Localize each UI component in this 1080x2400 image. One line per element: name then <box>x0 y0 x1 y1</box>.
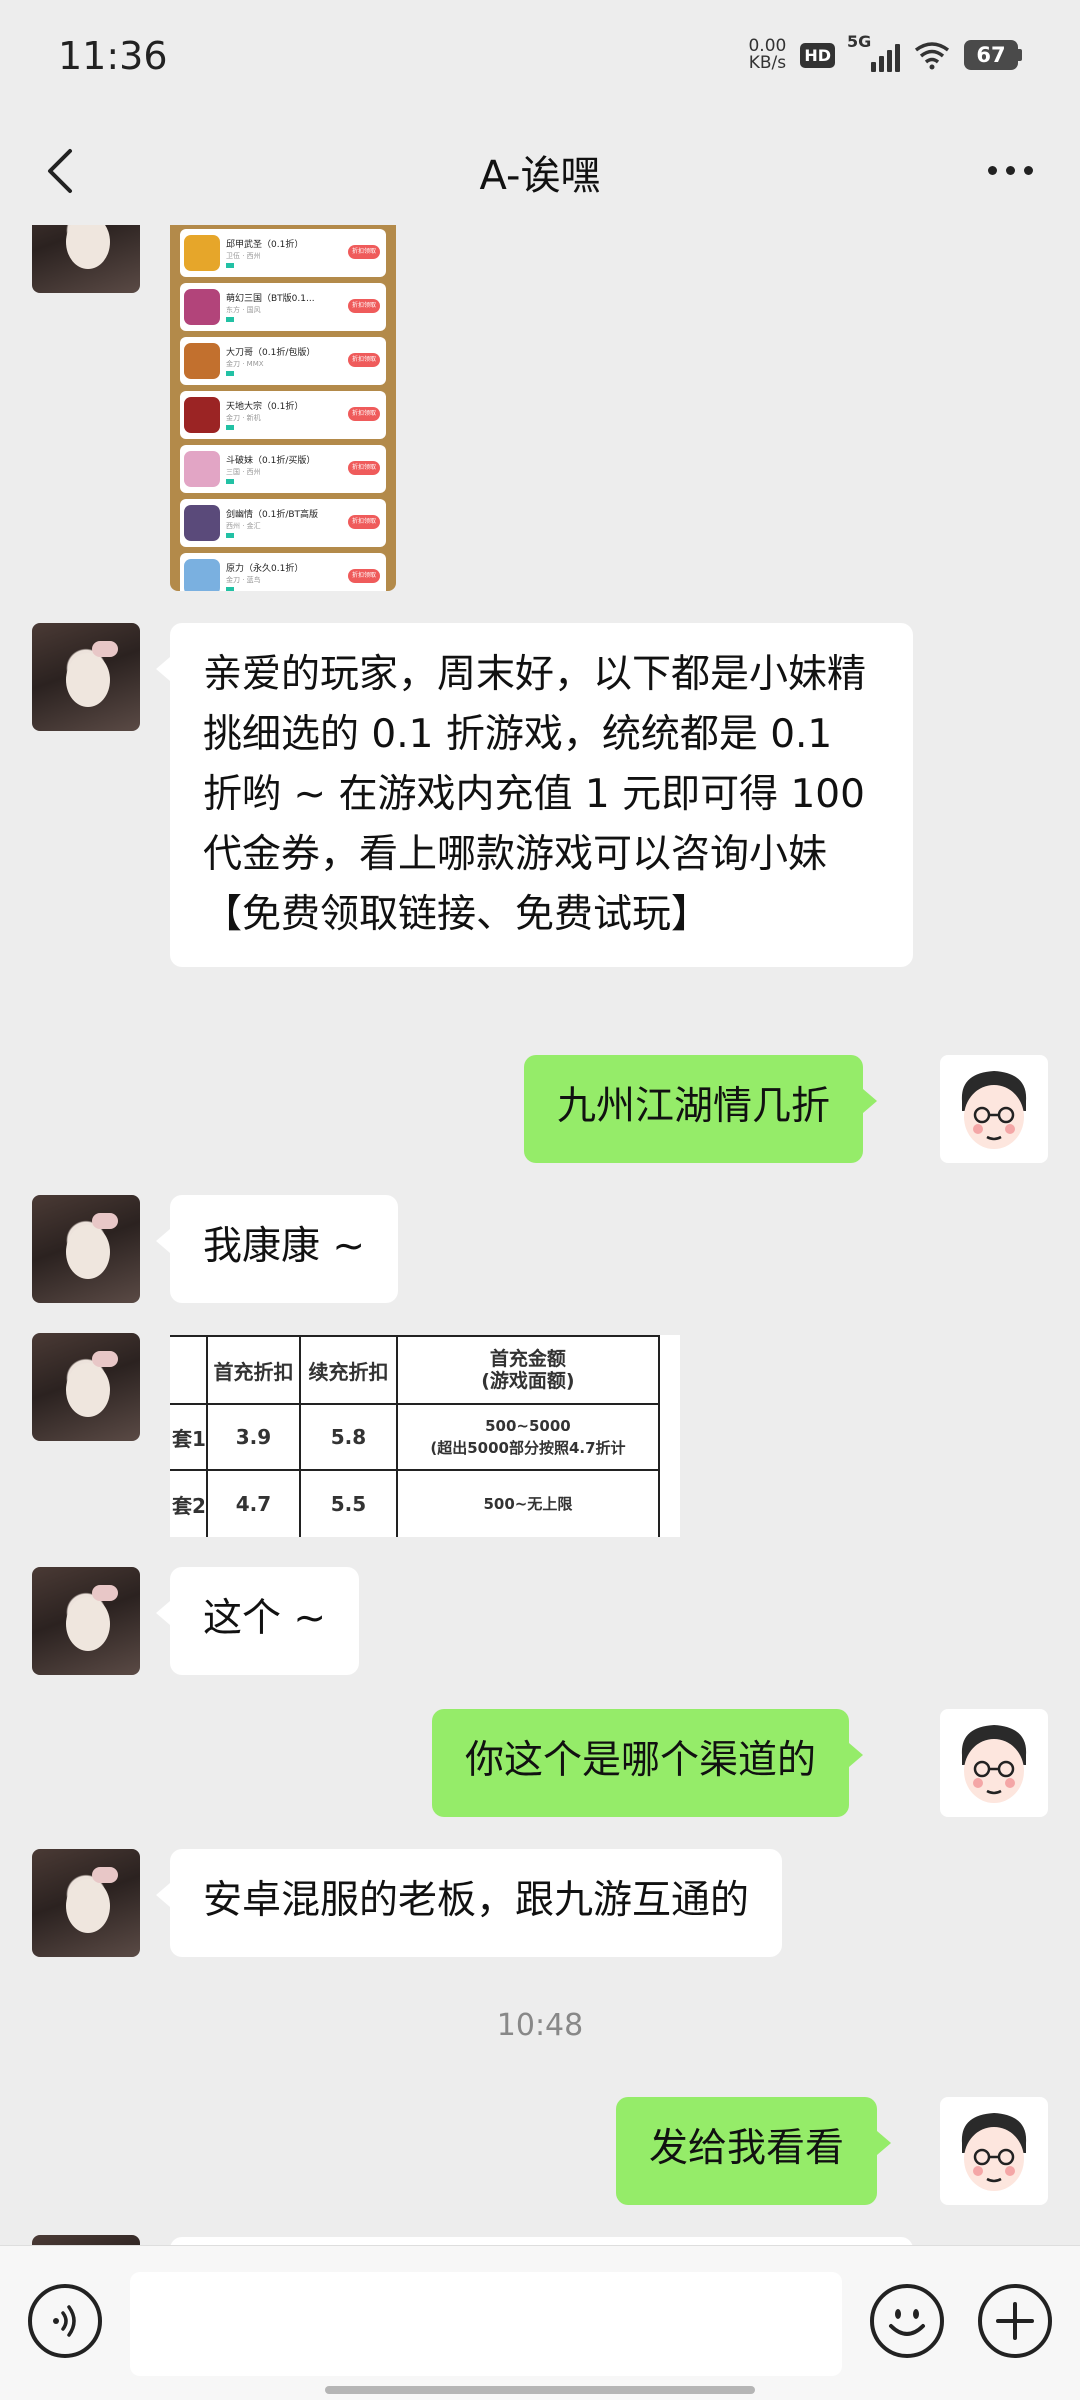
game-name: 邱甲武圣（0.1折） <box>226 239 304 250</box>
message-input[interactable] <box>130 2272 842 2376</box>
game-icon <box>184 289 220 325</box>
cartoon-face-icon <box>961 1725 1027 1803</box>
game-claim-button: 折扣领取 <box>348 461 380 475</box>
game-name: 萌幻三国（BT版0.1... <box>226 293 315 304</box>
game-name: 斗破妹（0.1折/买版） <box>226 455 316 466</box>
plus-button[interactable] <box>978 2284 1052 2358</box>
message-text: 我康康 ~ <box>203 1224 366 1269</box>
avatar-self[interactable] <box>940 1055 1048 1163</box>
game-icon <box>184 397 220 433</box>
tag-dot <box>226 262 234 268</box>
tag-dot <box>226 532 234 538</box>
message-bubble-sent[interactable]: 发给我看看 <box>616 2097 892 2205</box>
game-name: 天地大宗（0.1折） <box>226 401 304 412</box>
cartoon-face-icon <box>961 1071 1027 1149</box>
message-bubble-sent[interactable]: 九州江湖情几折 <box>524 1055 878 1163</box>
game-icon <box>184 505 220 541</box>
game-name: 原力（永久0.1折） <box>226 563 304 574</box>
avatar[interactable] <box>32 1195 140 1303</box>
discount-table: 首充折扣 续充折扣 首充金额 (游戏面额) 套1 3.9 5.8 500~500… <box>170 1335 661 1537</box>
plus-icon <box>996 2302 1034 2340</box>
game-icon <box>184 451 220 487</box>
hd-badge: HD <box>800 42 835 68</box>
game-icon <box>184 343 220 379</box>
game-claim-button: 折扣领取 <box>348 407 380 421</box>
wifi-icon <box>914 42 950 70</box>
message-bubble[interactable]: 亲爱的玩家，周末好，以下都是小妹精挑细选的 0.1 折游戏，统统都是 0.1 折… <box>156 623 913 967</box>
game-claim-button: 折扣领取 <box>348 353 380 367</box>
avatar[interactable] <box>32 1333 140 1441</box>
message-bubble[interactable]: 安卓混服的老板，跟九游互通的 <box>155 1849 783 1957</box>
game-list-item: 斗破妹（0.1折/买版） 三国 · 西州 折扣领取 <box>180 445 386 493</box>
message-bubble[interactable]: 这个 ~ <box>155 1567 360 1675</box>
game-list-item: 天地大宗（0.1折） 金刀 · 新机 折扣领取 <box>180 391 386 439</box>
message-text: 亲爱的玩家，周末好，以下都是小妹精挑细选的 0.1 折游戏，统统都是 0.1 折… <box>203 652 867 937</box>
emoji-button[interactable] <box>870 2284 944 2358</box>
net-speed: 0.00 KB/s <box>748 36 787 73</box>
tag-dot <box>226 370 234 376</box>
message-text: 这个 ~ <box>203 1596 327 1641</box>
game-list-item: 萌幻三国（BT版0.1... 东方 · 国风 折扣领取 <box>180 283 386 331</box>
avatar[interactable] <box>32 1849 140 1957</box>
avatar[interactable] <box>32 225 140 293</box>
timestamp: 10:48 <box>496 2008 584 2043</box>
status-time: 11:36 <box>58 34 168 78</box>
chat-header: A-诶嘿 <box>0 115 1080 225</box>
game-name: 剑幽情（0.1折/BT高版 <box>226 509 319 520</box>
cartoon-face-icon <box>961 2113 1027 2191</box>
avatar[interactable] <box>32 1567 140 1675</box>
voice-button[interactable] <box>28 2284 102 2358</box>
message-text: 九州江湖情几折 <box>557 1084 831 1129</box>
tag-dot <box>226 478 234 484</box>
avatar-self[interactable] <box>940 1709 1048 1817</box>
more-button[interactable] <box>970 137 1050 203</box>
chat-title: A-诶嘿 <box>479 153 601 199</box>
game-list-item: 大刀哥（0.1折/包版） 金刀 · MMX 折扣领取 <box>180 337 386 385</box>
chat-messages[interactable]: 邱甲武圣（0.1折） 卫伍 · 西州 折扣领取 萌幻三国（BT版0.1... 东方 · … <box>0 225 1080 2245</box>
game-claim-button: 折扣领取 <box>348 299 380 313</box>
status-icons: 0.00 KB/s HD 5G 67 <box>748 32 1022 73</box>
game-claim-button: 折扣领取 <box>348 245 380 259</box>
game-list-image[interactable]: 邱甲武圣（0.1折） 卫伍 · 西州 折扣领取 萌幻三国（BT版0.1... 东方 · … <box>170 225 396 591</box>
game-list-item: 剑幽情（0.1折/BT高版 西州 · 金汇 折扣领取 <box>180 499 386 547</box>
avatar[interactable] <box>32 623 140 731</box>
input-bar <box>0 2245 1080 2400</box>
game-name: 大刀哥（0.1折/包版） <box>226 347 316 358</box>
signal-icon: 5G <box>847 32 900 72</box>
message-bubble[interactable]: 我康康 ~ <box>155 1195 399 1303</box>
game-icon <box>184 235 220 271</box>
battery-icon: 67 <box>964 40 1022 70</box>
tag-dot <box>226 316 234 322</box>
home-indicator <box>325 2386 755 2394</box>
emoji-icon <box>889 2309 925 2336</box>
status-bar: 11:36 0.00 KB/s HD 5G 67 <box>0 0 1080 115</box>
message-text: 安卓混服的老板，跟九游互通的 <box>203 1878 750 1923</box>
avatar[interactable] <box>32 2235 140 2245</box>
game-claim-button: 折扣领取 <box>348 569 380 583</box>
game-list: 邱甲武圣（0.1折） 卫伍 · 西州 折扣领取 萌幻三国（BT版0.1... 东方 · … <box>180 229 386 591</box>
avatar-self[interactable] <box>940 2097 1048 2205</box>
game-list-item: 原力（永久0.1折） 金刀 · 蓝鸟 折扣领取 <box>180 553 386 591</box>
tag-dot <box>226 424 234 430</box>
tag-dot <box>226 586 234 591</box>
game-list-item: 邱甲武圣（0.1折） 卫伍 · 西州 折扣领取 <box>180 229 386 277</box>
discount-table-image[interactable]: 首充折扣 续充折扣 首充金额 (游戏面额) 套1 3.9 5.8 500~500… <box>170 1335 680 1537</box>
game-icon <box>184 559 220 591</box>
message-text: 你这个是哪个渠道的 <box>465 1738 817 1783</box>
game-claim-button: 折扣领取 <box>348 515 380 529</box>
message-bubble[interactable] <box>170 2237 913 2245</box>
message-text: 发给我看看 <box>649 2126 845 2171</box>
message-bubble-sent[interactable]: 你这个是哪个渠道的 <box>432 1709 864 1817</box>
more-dots-icon <box>987 165 997 175</box>
voice-icon <box>53 2305 76 2337</box>
